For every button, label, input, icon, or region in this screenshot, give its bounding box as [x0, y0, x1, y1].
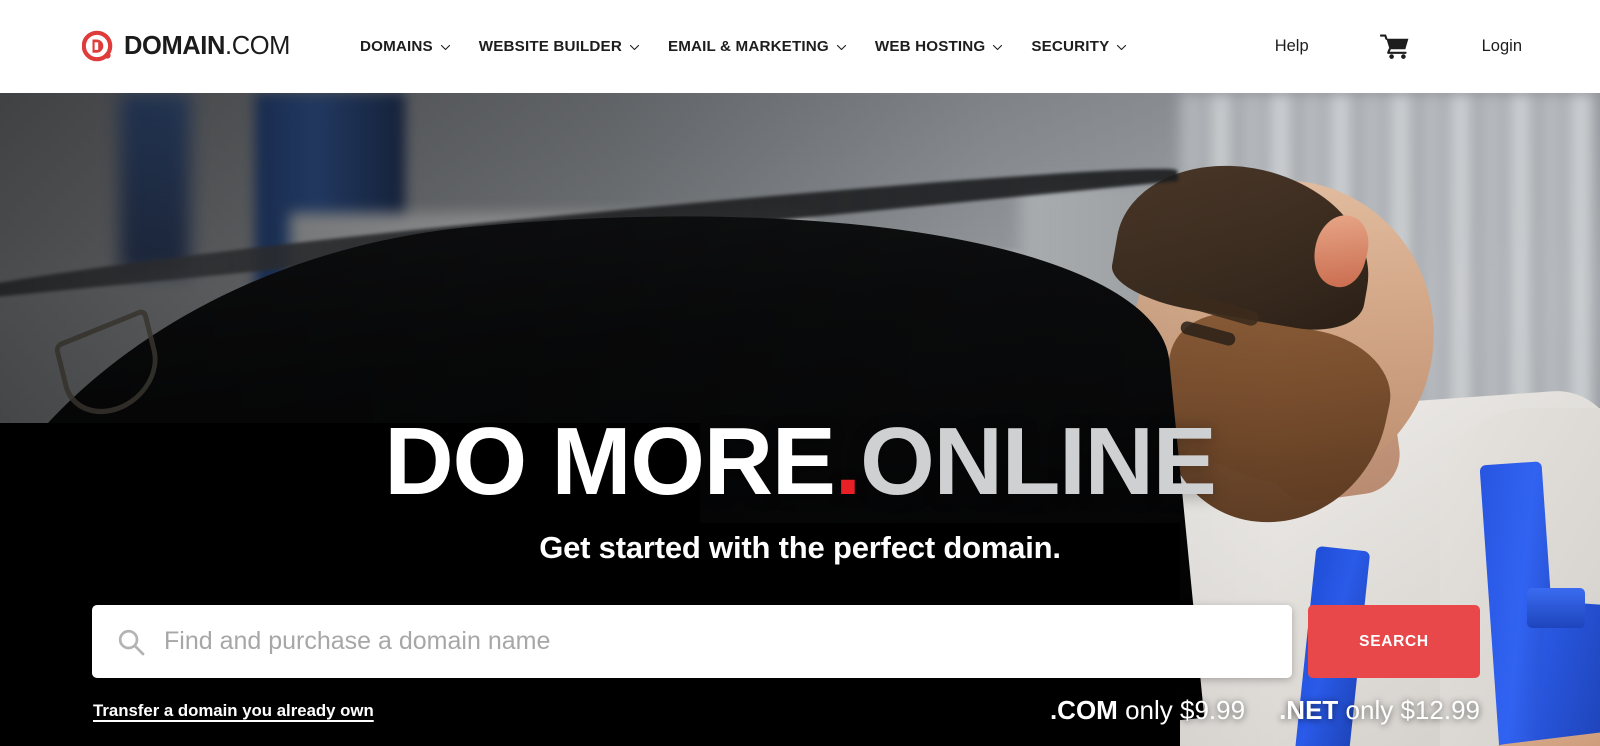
price-item-net: .NET only $12.99	[1279, 695, 1480, 726]
nav-item-website-builder[interactable]: WEBSITE BUILDER	[465, 27, 654, 67]
nav-item-label: WEB HOSTING	[874, 38, 986, 55]
main-navigation: DOMAINS WEBSITE BUILDER EMAIL & MARKETIN…	[346, 27, 1141, 67]
price-amount: $12.99	[1400, 695, 1480, 725]
logo-text: DOMAIN.COM	[124, 31, 290, 60]
site-header: DOMAIN.COM DOMAINS WEBSITE BUILDER EMAIL…	[0, 0, 1600, 93]
hero-headline: DO MORE.ONLINE	[0, 414, 1600, 510]
nav-item-label: WEBSITE BUILDER	[478, 38, 622, 55]
logo-text-light: .COM	[225, 31, 290, 60]
domain-search-field-wrapper[interactable]	[92, 605, 1292, 678]
chevron-down-icon	[836, 42, 847, 53]
login-link[interactable]: Login	[1482, 37, 1522, 56]
shopping-cart-icon[interactable]	[1379, 34, 1410, 60]
logo-text-bold: DOMAIN	[124, 31, 226, 60]
search-icon	[116, 627, 146, 657]
transfer-domain-link[interactable]: Transfer a domain you already own	[93, 701, 374, 721]
nav-item-label: DOMAINS	[360, 38, 433, 55]
chevron-down-icon	[1116, 42, 1127, 53]
domain-circle-d-logo-icon	[82, 30, 115, 63]
nav-item-email-marketing[interactable]: EMAIL & MARKETING	[654, 27, 861, 67]
nav-item-web-hosting[interactable]: WEB HOSTING	[861, 27, 1018, 67]
chevron-down-icon	[629, 42, 640, 53]
search-button[interactable]: SEARCH	[1308, 605, 1480, 678]
price-amount: $9.99	[1180, 695, 1246, 725]
domain-search-form: SEARCH	[92, 605, 1480, 678]
tld-pricing-list: .COM only $9.99 .NET only $12.99	[1050, 695, 1480, 726]
headline-gray-text: ONLINE	[860, 408, 1217, 515]
chevron-down-icon	[440, 42, 451, 53]
nav-item-security[interactable]: SECURITY	[1017, 27, 1141, 67]
chevron-down-icon	[992, 42, 1003, 53]
price-item-com: .COM only $9.99	[1050, 695, 1245, 726]
price-tld: .COM	[1049, 695, 1118, 725]
nav-item-label: EMAIL & MARKETING	[667, 38, 829, 55]
headline-red-dot: .	[834, 408, 862, 515]
nav-item-label: SECURITY	[1031, 38, 1110, 55]
help-link[interactable]: Help	[1275, 37, 1309, 56]
domain-search-input[interactable]	[164, 605, 1272, 678]
price-text: only	[1117, 695, 1180, 725]
site-logo[interactable]: DOMAIN.COM	[82, 30, 290, 63]
header-actions: Help Login	[1275, 34, 1522, 60]
price-tld: .NET	[1279, 695, 1339, 725]
hero-section: DO MORE.ONLINE Get started with the perf…	[0, 93, 1600, 746]
headline-white-text: DO MORE	[384, 408, 835, 515]
hero-content: DO MORE.ONLINE Get started with the perf…	[0, 93, 1600, 746]
price-text: only	[1338, 695, 1401, 725]
hero-subheadline: Get started with the perfect domain.	[539, 530, 1061, 565]
nav-item-domains[interactable]: DOMAINS	[346, 27, 465, 67]
